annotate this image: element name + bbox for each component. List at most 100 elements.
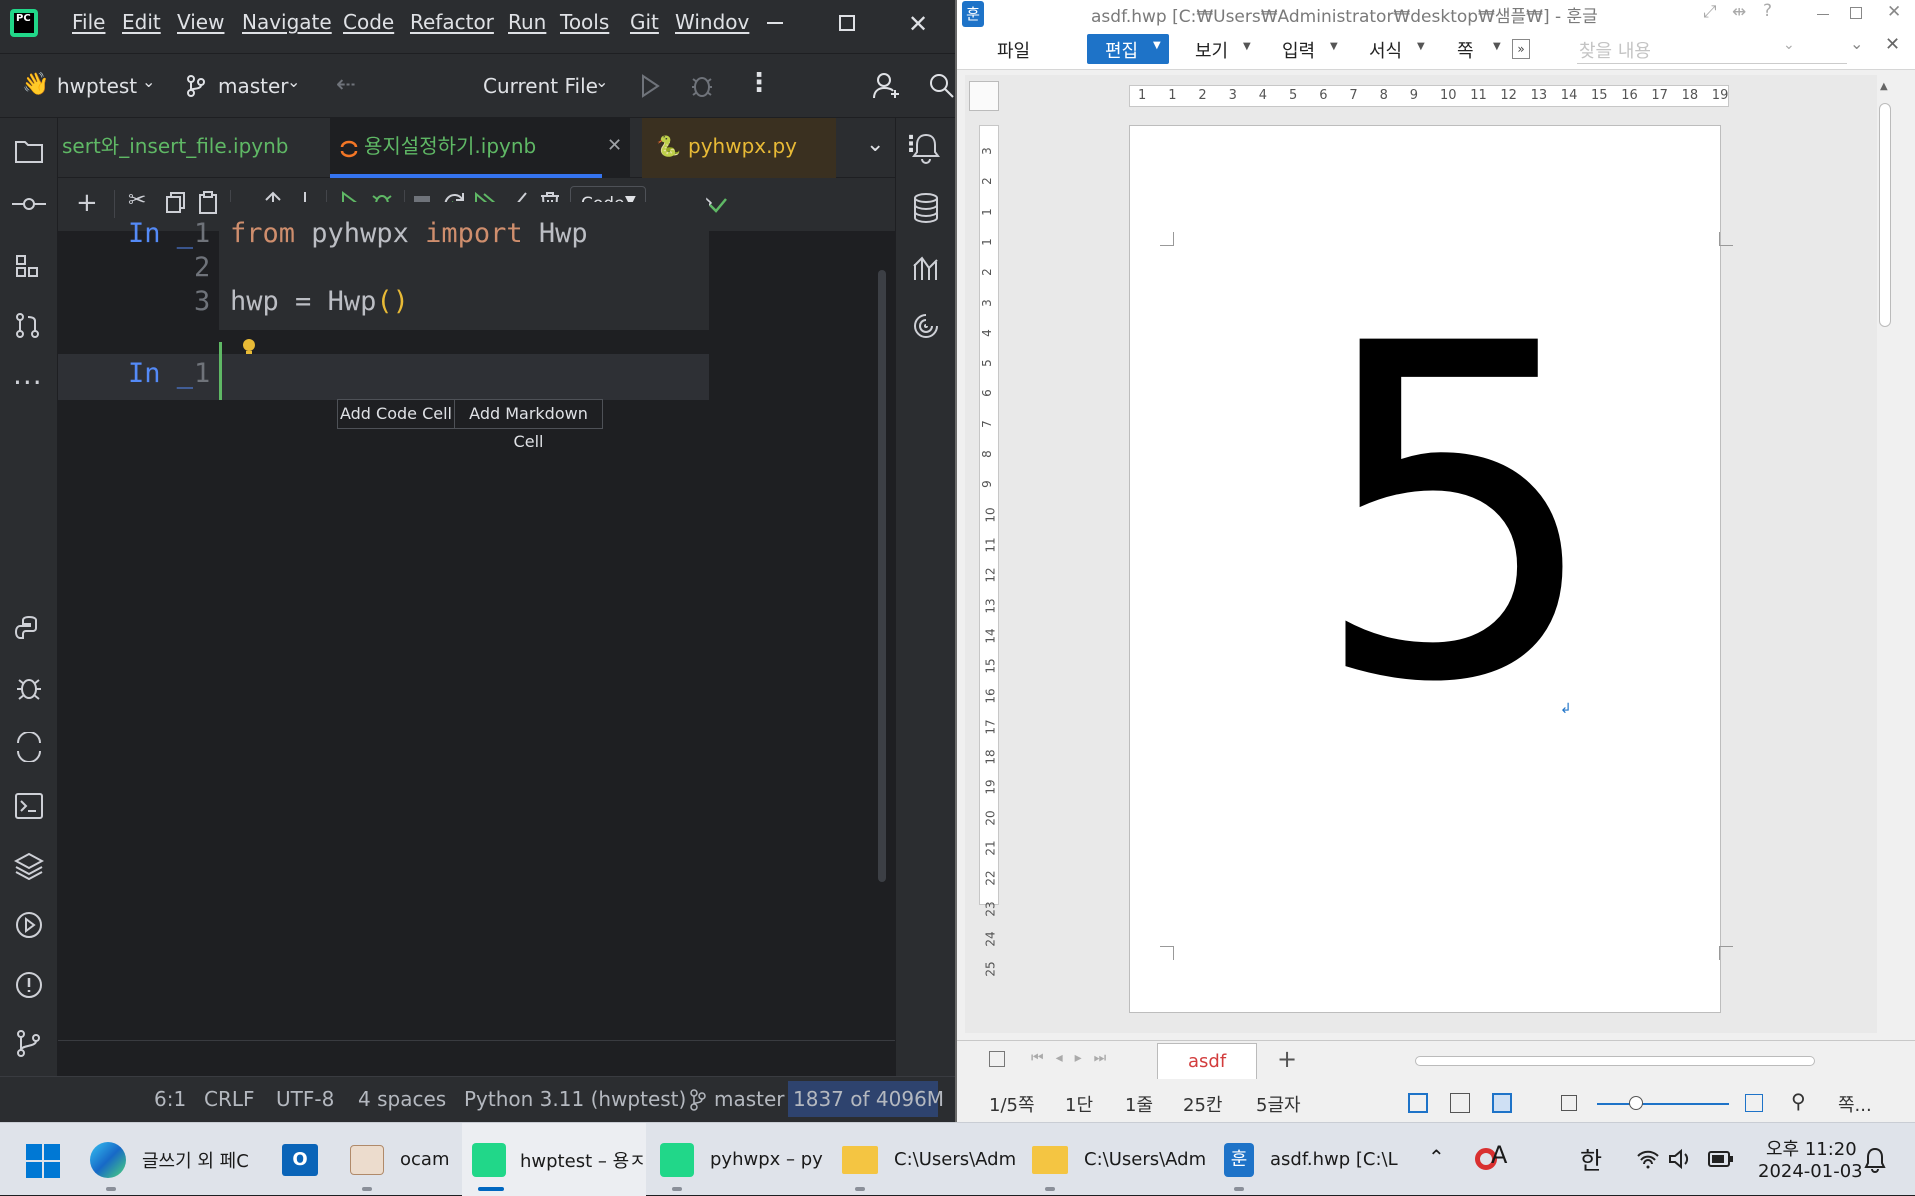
indent-setting[interactable]: 4 spaces — [358, 1087, 446, 1111]
python-console-icon[interactable] — [14, 614, 44, 644]
view-fit-width-icon[interactable] — [1450, 1093, 1470, 1113]
minimize-icon[interactable] — [767, 22, 783, 24]
menu-view[interactable]: 보기 — [1195, 37, 1228, 63]
status-page[interactable]: 1/5쪽 — [989, 1091, 1035, 1117]
menu-code[interactable]: Code — [343, 10, 394, 34]
caret-down-icon[interactable]: ▼ — [1330, 41, 1338, 52]
status-section[interactable]: 1단 — [1065, 1091, 1093, 1117]
menu-edit[interactable]: Edit — [122, 10, 161, 34]
tab-insert-file[interactable]: sert와_insert_file.ipynb — [62, 118, 312, 178]
view-normal-icon[interactable] — [1408, 1093, 1428, 1113]
layers-icon[interactable] — [14, 852, 44, 880]
vertical-scrollbar[interactable]: ▲ — [1877, 75, 1893, 1033]
caret-down-icon[interactable]: ▼ — [1417, 41, 1425, 52]
clock-date[interactable]: 2024-01-03 — [1758, 1161, 1863, 1182]
sciview-icon[interactable] — [912, 252, 940, 282]
run-tool-icon[interactable] — [14, 910, 44, 940]
status-column[interactable]: 25칸 — [1183, 1091, 1222, 1117]
taskbar-hwp[interactable]: 훈 asdf.hwp [C:\L — [1224, 1123, 1398, 1196]
line-separator[interactable]: CRLF — [204, 1087, 255, 1111]
add-tab-icon[interactable]: + — [1277, 1045, 1297, 1073]
add-cell-icon[interactable]: + — [76, 188, 98, 218]
tab-pyhwpx[interactable]: 🐍 pyhwpx.py — [642, 118, 836, 178]
menu-insert[interactable]: 입력 — [1282, 37, 1315, 63]
close-doc-icon[interactable]: ✕ — [1885, 34, 1900, 55]
more-menu-icon[interactable]: » — [1512, 39, 1530, 59]
volume-icon[interactable] — [1668, 1148, 1692, 1170]
problems-icon[interactable] — [14, 970, 44, 1000]
taskbar-explorer-2[interactable]: C:\Users\Adm — [1032, 1123, 1206, 1196]
run-icon[interactable] — [640, 74, 660, 98]
find-input[interactable]: 찾을 내용 ⌄ — [1577, 34, 1847, 64]
cut-icon[interactable]: ✂ — [128, 188, 146, 213]
clock-time[interactable]: 오후 11:20 — [1766, 1135, 1857, 1161]
vertical-ruler[interactable]: 3 2 1 1 2 3 4 5 6 7 8 9 10 11 12 13 14 15 16 17 18 19 20 21 22 23… — [979, 125, 999, 977]
folder-icon[interactable] — [14, 138, 44, 164]
menu-refactor[interactable]: Refactor — [410, 10, 494, 34]
document-page[interactable]: 5 ↲ — [1129, 125, 1733, 1013]
python-interpreter[interactable]: Python 3.11 (hwptest) — [464, 1087, 686, 1111]
scroll-thumb[interactable] — [1879, 103, 1891, 327]
menu-run[interactable]: Run — [508, 10, 546, 34]
taskbar-pycharm-hwptest[interactable]: hwptest – 용ㅈ — [462, 1123, 646, 1196]
close-icon[interactable]: ✕ — [908, 10, 928, 38]
more-icon[interactable]: ⋮ — [746, 68, 772, 98]
git-icon[interactable] — [14, 1028, 44, 1058]
scroll-up-icon[interactable]: ▲ — [1880, 81, 1888, 92]
tab-yongji[interactable]: 용지설정하기.ipynb ✕ — [330, 118, 630, 178]
menu-edit[interactable]: 편집 ▼ — [1087, 34, 1169, 64]
taskbar-edge[interactable]: 글쓰기 외 페C — [90, 1123, 249, 1196]
branch-name[interactable]: master — [218, 74, 289, 98]
collapse-ribbon-icon[interactable]: ⌄ — [1850, 34, 1863, 53]
pull-request-icon[interactable] — [15, 312, 41, 340]
menu-tools[interactable]: Tools — [560, 10, 609, 34]
help-icon[interactable]: ? — [1763, 1, 1772, 21]
copy-icon[interactable] — [166, 192, 186, 214]
maximize-icon[interactable] — [839, 15, 855, 31]
ime-korean[interactable]: 한 — [1580, 1141, 1602, 1176]
debug-icon[interactable] — [690, 74, 714, 98]
taskbar-outlook[interactable]: O — [282, 1123, 318, 1196]
chevron-down-icon[interactable]: ⌄ — [595, 72, 608, 91]
database-icon[interactable] — [912, 192, 940, 224]
zoom-slider[interactable] — [1597, 1103, 1729, 1105]
zoom-slider-thumb[interactable] — [1629, 1096, 1643, 1110]
zoom-out-icon[interactable] — [1561, 1095, 1577, 1111]
menu-view[interactable]: View — [177, 10, 224, 34]
code-line-1[interactable]: from pyhwpx import Hwp — [230, 218, 588, 249]
debug-tool-icon[interactable] — [14, 672, 44, 702]
tabs-dropdown-icon[interactable]: ⌄ — [866, 132, 884, 157]
git-branch[interactable]: master — [714, 1087, 785, 1111]
windows-start-icon[interactable] — [26, 1144, 60, 1178]
add-markdown-cell-button[interactable]: Add Markdown Cell — [454, 399, 603, 451]
page-nav-icons[interactable]: ⏮◂▸⏭ — [1031, 1050, 1118, 1066]
fullscreen-icon[interactable]: ⤢ — [1703, 2, 1717, 22]
minimize-icon[interactable] — [1817, 14, 1829, 15]
maximize-icon[interactable] — [1850, 7, 1862, 19]
caret-down-icon[interactable]: ▼ — [1243, 41, 1251, 52]
status-line[interactable]: 1줄 — [1125, 1091, 1153, 1117]
magnifier-icon[interactable]: ⚲ — [1791, 1089, 1806, 1113]
caret-position[interactable]: 6:1 — [154, 1087, 186, 1111]
ime-mode[interactable]: A — [1491, 1141, 1507, 1169]
search-icon[interactable] — [928, 72, 955, 100]
menu-git[interactable]: Git — [630, 10, 659, 34]
view-page-icon[interactable] — [1492, 1093, 1512, 1113]
status-chars[interactable]: 5글자 — [1256, 1091, 1301, 1117]
menu-file[interactable]: File — [72, 10, 105, 34]
code-line-3[interactable]: hwp = Hwp() — [230, 286, 409, 317]
menu-window[interactable]: Windov — [675, 10, 749, 34]
tabs-more-icon[interactable]: ⋮ — [900, 132, 922, 157]
menu-page[interactable]: 쪽 — [1457, 37, 1474, 63]
services-icon[interactable] — [14, 732, 44, 762]
taskbar-ocam[interactable]: ocam — [350, 1123, 449, 1196]
vcs-update-icon[interactable]: ⇠ — [336, 70, 356, 98]
editor-scrollbar[interactable] — [878, 270, 886, 882]
zoom-level[interactable]: 쪽... — [1838, 1091, 1872, 1117]
menu-file[interactable]: 파일 — [997, 37, 1030, 63]
chevron-down-icon[interactable]: ⌄ — [142, 72, 155, 91]
view-toggle-icon[interactable] — [989, 1051, 1005, 1067]
menu-format[interactable]: 서식 — [1369, 37, 1402, 63]
battery-icon[interactable] — [1708, 1150, 1734, 1168]
structure-icon[interactable] — [15, 254, 41, 280]
